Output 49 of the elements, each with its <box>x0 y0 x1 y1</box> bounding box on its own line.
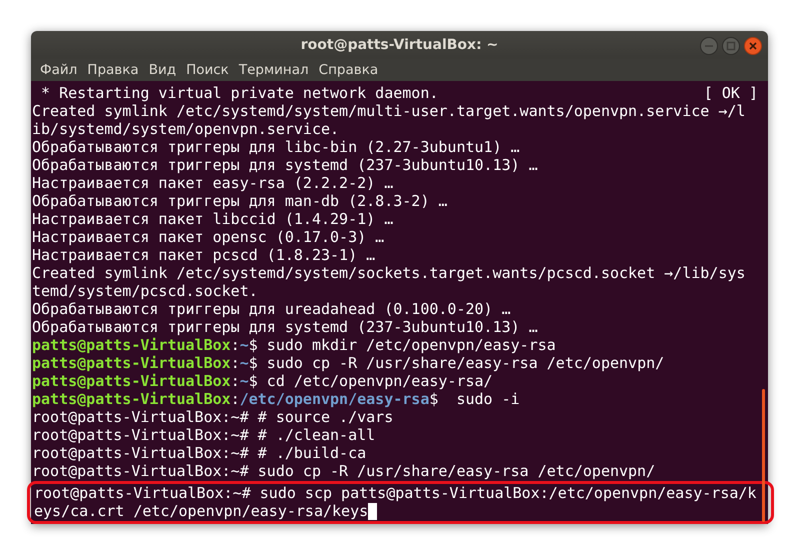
terminal-text: ib/systemd/system/openvpn.service. <box>32 120 340 138</box>
window-title: root@patts-VirtualBox: ~ <box>300 37 498 54</box>
terminal-text: Обрабатываются триггеры для systemd (237-3ubuntu10.13) … <box>32 318 538 336</box>
terminal-text: temd/system/pcscd.socket. <box>32 282 258 300</box>
close-icon[interactable] <box>744 37 762 55</box>
menu-item[interactable]: Правка <box>85 62 144 78</box>
prompt-path: ~ <box>240 354 249 372</box>
prompt-user: patts@patts-VirtualBox <box>32 336 231 354</box>
maximize-icon[interactable] <box>722 37 740 55</box>
terminal-text: $ sudo cp -R /usr/share/easy-rsa /etc/openvpn/ <box>248 354 664 372</box>
terminal-text: $ sudo -i <box>429 390 520 408</box>
terminal-text: Обрабатываются триггеры для libc-bin (2.27-3ubuntu1) … <box>32 138 520 156</box>
prompt-user: patts@patts-VirtualBox <box>32 354 231 372</box>
terminal-text: root@patts-VirtualBox:~# # source ./vars <box>32 408 394 426</box>
terminal-text: Обрабатываются триггеры для systemd (237-3ubuntu10.13) … <box>32 156 538 174</box>
terminal-text: root@patts-VirtualBox:~# # ./clean-all <box>32 426 376 444</box>
terminal-text: Настраивается пакет pcscd (1.8.23-1) … <box>32 246 376 264</box>
minimize-icon[interactable] <box>700 37 718 55</box>
terminal-text: : <box>230 336 240 354</box>
terminal-text: Настраивается пакет easy-rsa (2.2.2-2) … <box>32 174 394 192</box>
terminal-text: Настраивается пакет opensc (0.17.0-3) … <box>32 228 384 246</box>
menu-item[interactable]: Поиск <box>184 62 234 78</box>
status-label: [ OK ] <box>704 84 758 102</box>
terminal-text: eys/ca.crt /etc/openvpn/easy-rsa/keys <box>34 502 368 520</box>
menu-item[interactable]: Вид <box>146 62 182 78</box>
scrollbar-thumb[interactable] <box>762 389 765 522</box>
terminal-text: root@patts-VirtualBox:~# sudo cp -R /usr/share/easy-rsa /etc/openvpn/ <box>32 462 656 480</box>
menu-item[interactable]: Терминал <box>236 62 314 78</box>
terminal-text: Created symlink /etc/systemd/system/sockets.target.wants/pcscd.socket →/lib/sys <box>32 264 746 282</box>
prompt-user: patts@patts-VirtualBox <box>32 372 231 390</box>
prompt-path: ~ <box>240 336 249 354</box>
terminal-text: Created symlink /etc/systemd/system/multi-user.target.wants/openvpn.service →/l <box>32 102 746 120</box>
terminal-text: : <box>230 372 240 390</box>
terminal-text: * Restarting virtual private network daemon. <box>40 84 438 102</box>
prompt-path: ~ <box>240 372 249 390</box>
terminal-text: root@patts-VirtualBox:~# # ./build-ca <box>32 444 366 462</box>
prompt-path: /etc/openvpn/easy-rsa <box>240 390 430 408</box>
terminal-text: : <box>230 390 240 408</box>
terminal-text: Настраивается пакет libccid (1.4.29-1) … <box>32 210 394 228</box>
menu-item[interactable]: Справка <box>316 62 384 78</box>
terminal-text: : <box>230 354 240 372</box>
terminal-text: Обрабатываются триггеры для man-db (2.8.3-2) … <box>32 192 448 210</box>
text-cursor <box>368 502 378 520</box>
terminal-text: $ sudo mkdir /etc/openvpn/easy-rsa <box>248 336 556 354</box>
terminal-text: Обрабатываются триггеры для ureadahead (0.100.0-20) … <box>32 300 511 318</box>
prompt-user: patts@patts-VirtualBox <box>32 390 231 408</box>
terminal-text: $ cd /etc/openvpn/easy-rsa/ <box>248 372 493 390</box>
terminal-text: root@patts-VirtualBox:~# sudo scp patts@patts-VirtualBox:/etc/openvpn/easy-rsa/k <box>34 484 756 502</box>
menu-item[interactable]: Файл <box>38 62 82 78</box>
